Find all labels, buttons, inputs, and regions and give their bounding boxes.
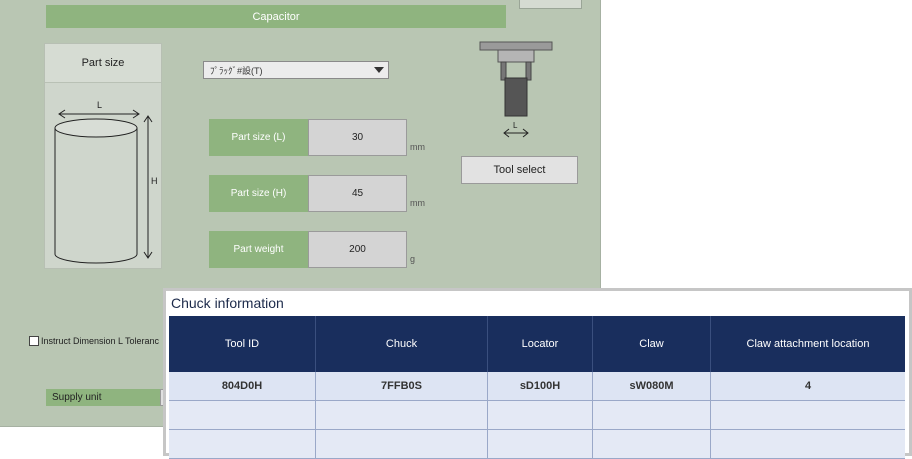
- table-cell: [169, 429, 316, 459]
- table-row[interactable]: 804D0H 7FFB0S sD100H sW080M 4: [169, 372, 905, 401]
- part-size-l-label: Part size (L): [209, 119, 308, 156]
- part-size-h-label: Part size (H): [209, 175, 308, 212]
- instruct-dimension-checkbox[interactable]: [29, 336, 39, 346]
- l-dimension-label: L: [97, 100, 102, 110]
- instruct-dimension-row[interactable]: Instruct Dimension L Toleranc: [29, 336, 159, 346]
- table-row[interactable]: [169, 429, 905, 459]
- column-header-claw: Claw: [592, 316, 711, 372]
- part-weight-unit: g: [410, 254, 416, 264]
- column-header-chuck: Chuck: [315, 316, 488, 372]
- table-cell: [710, 429, 905, 459]
- chuck-info-title: Chuck information: [171, 295, 284, 311]
- table-row[interactable]: [169, 400, 905, 430]
- tool-chuck-icon: L: [479, 41, 553, 138]
- chevron-down-icon[interactable]: [374, 67, 384, 73]
- table-cell: 804D0H: [169, 372, 316, 401]
- table-header-row: Tool ID Chuck Locator Claw Claw attachme…: [169, 316, 905, 372]
- tool-l-label: L: [513, 121, 518, 130]
- table-cell: [487, 429, 593, 459]
- tool-select-button[interactable]: Tool select: [461, 156, 578, 184]
- table-cell: [315, 429, 488, 459]
- chuck-information-panel: Chuck information Tool ID Chuck Locator …: [163, 288, 912, 459]
- table-cell: sD100H: [487, 372, 593, 401]
- part-weight-input[interactable]: 200: [308, 231, 407, 268]
- chuck-info-table: Tool ID Chuck Locator Claw Claw attachme…: [169, 316, 905, 459]
- table-cell: 7FFB0S: [315, 372, 488, 401]
- column-header-claw-attachment: Claw attachment location: [710, 316, 905, 372]
- panel-title: Capacitor: [46, 5, 506, 28]
- part-size-box: Part size L H: [44, 43, 162, 269]
- table-cell: [592, 400, 711, 430]
- column-header-locator: Locator: [487, 316, 593, 372]
- part-weight-label: Part weight: [209, 231, 308, 268]
- part-size-l-input[interactable]: 30: [308, 119, 407, 156]
- top-tab[interactable]: [519, 0, 582, 9]
- part-size-header: Part size: [45, 44, 161, 83]
- dropdown-selected-value: ﾌﾟﾗｯｸﾞ#設(T): [210, 65, 263, 76]
- table-cell: [592, 429, 711, 459]
- part-size-l-unit: mm: [410, 142, 425, 152]
- table-cell: 4: [710, 372, 905, 401]
- table-cell: sW080M: [592, 372, 711, 401]
- part-size-h-unit: mm: [410, 198, 425, 208]
- table-cell: [315, 400, 488, 430]
- supply-unit-label: Supply unit: [46, 389, 160, 406]
- table-cell: [169, 400, 316, 430]
- instruct-dimension-label: Instruct Dimension L Toleranc: [41, 336, 160, 346]
- h-dimension-label: H: [151, 176, 158, 186]
- part-size-h-input[interactable]: 45: [308, 175, 407, 212]
- table-cell: [487, 400, 593, 430]
- part-type-dropdown[interactable]: ﾌﾟﾗｯｸﾞ#設(T): [203, 61, 389, 79]
- table-cell: [710, 400, 905, 430]
- column-header-tool-id: Tool ID: [169, 316, 316, 372]
- cylinder-diagram: L H: [54, 100, 158, 264]
